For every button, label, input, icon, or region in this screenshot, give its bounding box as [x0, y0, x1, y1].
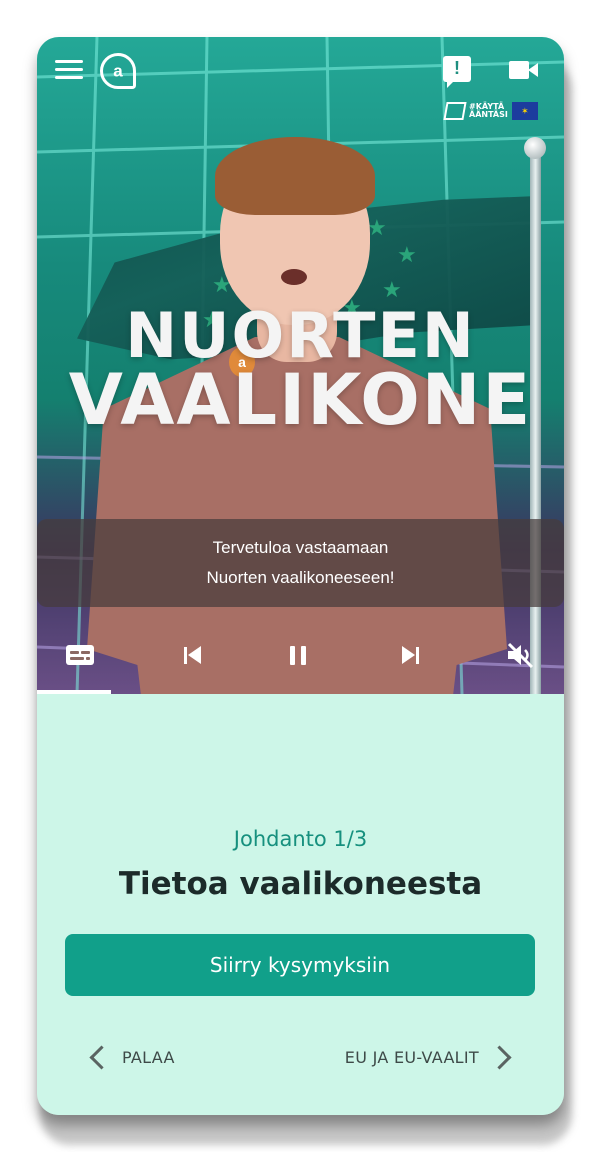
flag-pole-top — [524, 137, 546, 159]
eu-flag-icon: ✶ — [511, 102, 538, 120]
skip-next-icon[interactable] — [395, 637, 425, 673]
subtitle-line-1: Tervetuloa vastaamaan — [212, 538, 389, 557]
video-controls — [37, 637, 564, 677]
content-panel: Johdanto 1/3 Tietoa vaalikoneesta Siirry… — [37, 694, 564, 1115]
top-bar: a ! #KÄYTÄ ÄÄNTÄSI ✶ — [37, 37, 564, 120]
page-title: Tietoa vaalikoneesta — [118, 866, 483, 902]
subtitle-line-2: Nuorten vaalikoneeseen! — [206, 568, 395, 587]
presenter-hair — [215, 137, 375, 215]
campaign-badge: #KÄYTÄ ÄÄNTÄSI ✶ — [443, 99, 540, 123]
phone-frame: ★ ★ ★ ★ ★ ★ a NUORTEN VAALIKONE a ! #KÄY… — [37, 37, 564, 1115]
campaign-tag-line-2: ÄÄNTÄSI — [469, 110, 508, 119]
volume-muted-icon[interactable] — [503, 637, 537, 673]
report-flag-icon[interactable]: ! — [443, 56, 471, 88]
captions-icon[interactable] — [64, 637, 96, 673]
hamburger-icon[interactable] — [55, 60, 83, 80]
subtitle-box: Tervetuloa vastaamaan Nuorten vaalikonee… — [37, 519, 564, 607]
campaign-tag: #KÄYTÄ ÄÄNTÄSI — [469, 103, 508, 119]
flag-star-icon: ★ — [397, 242, 417, 267]
next-nav-link[interactable]: EU JA EU-VAALIT — [345, 1039, 514, 1075]
skip-previous-icon[interactable] — [177, 637, 207, 673]
back-nav-label: PALAA — [122, 1047, 175, 1067]
back-nav-link[interactable]: PALAA — [87, 1039, 175, 1075]
presenter-mouth — [281, 269, 307, 285]
intro-video[interactable]: ★ ★ ★ ★ ★ ★ a NUORTEN VAALIKONE a ! #KÄY… — [37, 37, 564, 694]
go-to-questions-button[interactable]: Siirry kysymyksiin — [65, 934, 535, 996]
chevron-right-icon — [487, 1044, 512, 1070]
pause-icon[interactable] — [283, 637, 313, 673]
logo-line-2: VAALIKONE — [68, 359, 533, 441]
chevron-left-icon — [89, 1044, 114, 1070]
next-nav-label: EU JA EU-VAALIT — [344, 1047, 479, 1067]
video-camera-icon[interactable] — [509, 61, 539, 81]
chat-bubble-logo-icon[interactable]: a — [100, 53, 136, 89]
ballot-box-icon — [443, 102, 467, 120]
step-label: Johdanto 1/3 — [233, 827, 368, 851]
